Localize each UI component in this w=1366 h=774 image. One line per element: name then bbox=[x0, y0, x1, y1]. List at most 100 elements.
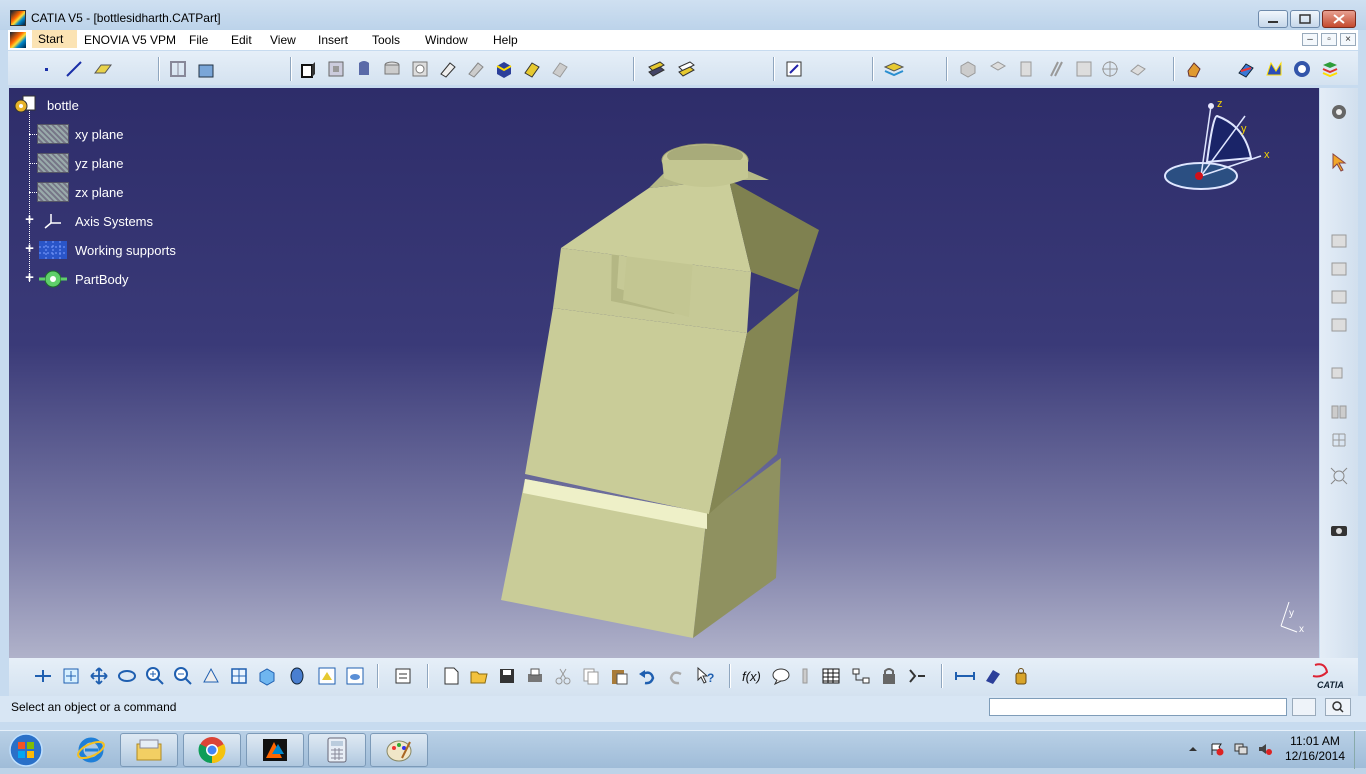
rib-tool[interactable] bbox=[436, 57, 460, 81]
taskbar-catia[interactable] bbox=[246, 733, 304, 767]
3d-viewport[interactable]: bottle xy plane yz plane zx plane + Axis… bbox=[9, 88, 1319, 658]
pocket-tool[interactable] bbox=[324, 57, 348, 81]
power-input-button[interactable] bbox=[1292, 698, 1316, 716]
zoom-out-tool[interactable] bbox=[171, 664, 195, 688]
menu-start[interactable]: Start bbox=[32, 30, 78, 48]
measure-item-tool[interactable] bbox=[981, 664, 1005, 688]
tree-item-working-supports[interactable]: Working supports bbox=[37, 239, 176, 261]
capture-tool[interactable] bbox=[1327, 518, 1351, 542]
menu-help[interactable]: Help bbox=[489, 32, 522, 48]
print-tool-2[interactable] bbox=[391, 664, 415, 688]
whats-this-tool[interactable]: ? bbox=[693, 664, 717, 688]
knowledge-advisor-tool[interactable] bbox=[877, 664, 901, 688]
surface-analysis-tool[interactable] bbox=[1262, 57, 1286, 81]
taskbar-calculator[interactable] bbox=[308, 733, 366, 767]
catia-menu-logo[interactable] bbox=[10, 32, 26, 48]
removed-multi-section-tool[interactable] bbox=[548, 57, 572, 81]
restore-button[interactable] bbox=[1290, 10, 1320, 28]
open-file-tool[interactable] bbox=[467, 664, 491, 688]
expand-partbody[interactable]: + bbox=[23, 270, 36, 285]
select-tool[interactable] bbox=[1327, 150, 1351, 174]
taskbar-chrome[interactable] bbox=[183, 733, 241, 767]
rotate-tool[interactable] bbox=[115, 664, 139, 688]
analysis-tool[interactable] bbox=[1234, 57, 1258, 81]
print-tool[interactable] bbox=[523, 664, 547, 688]
search-button[interactable] bbox=[1325, 698, 1351, 716]
thickness-tool[interactable] bbox=[1014, 57, 1038, 81]
tree-item-zx-plane[interactable]: zx plane bbox=[37, 181, 123, 203]
taskbar-internet-explorer[interactable] bbox=[62, 733, 120, 767]
start-button[interactable] bbox=[4, 731, 48, 769]
shaft-tool[interactable] bbox=[352, 57, 376, 81]
constraint-tool-2[interactable] bbox=[1327, 257, 1351, 281]
slot-tool[interactable] bbox=[464, 57, 488, 81]
reference-element-tool[interactable] bbox=[1098, 57, 1122, 81]
network-icon[interactable] bbox=[1234, 742, 1248, 756]
taskbar-paint[interactable] bbox=[370, 733, 428, 767]
chamfer-tool[interactable] bbox=[674, 57, 698, 81]
command-input[interactable] bbox=[989, 698, 1287, 716]
multi-view-tool[interactable] bbox=[227, 664, 251, 688]
transform-tool[interactable] bbox=[1327, 360, 1351, 384]
copy-tool[interactable] bbox=[579, 664, 603, 688]
save-tool[interactable] bbox=[495, 664, 519, 688]
measure-tool[interactable] bbox=[1182, 57, 1206, 81]
menu-tools[interactable]: Tools bbox=[368, 32, 404, 48]
comment-tool[interactable] bbox=[769, 664, 793, 688]
bottle-model[interactable] bbox=[489, 138, 849, 648]
volume-icon[interactable] bbox=[1258, 742, 1272, 756]
formula-tool[interactable]: f(x) bbox=[741, 664, 765, 688]
shading-tool[interactable] bbox=[285, 664, 309, 688]
replace-surface-tool[interactable] bbox=[1126, 57, 1150, 81]
plane-tool[interactable] bbox=[90, 57, 114, 81]
draft-tool[interactable] bbox=[956, 57, 980, 81]
groove-tool[interactable] bbox=[380, 57, 404, 81]
edge-fillet-tool[interactable] bbox=[644, 57, 668, 81]
shell-tool[interactable] bbox=[986, 57, 1010, 81]
knowledge-tool[interactable] bbox=[1318, 57, 1342, 81]
show-desktop-button[interactable] bbox=[1354, 731, 1366, 769]
pan-tool[interactable] bbox=[87, 664, 111, 688]
mirror-tool[interactable] bbox=[1327, 400, 1351, 424]
sketcher-tool[interactable] bbox=[782, 57, 806, 81]
solid-combine-tool[interactable] bbox=[492, 57, 516, 81]
menu-view[interactable]: View bbox=[266, 32, 300, 48]
close-button[interactable] bbox=[1322, 10, 1356, 28]
expand-axis-systems[interactable]: + bbox=[23, 212, 36, 227]
thread-tool[interactable] bbox=[1044, 57, 1068, 81]
new-file-tool[interactable] bbox=[439, 664, 463, 688]
parameter-explorer-tool[interactable] bbox=[905, 664, 929, 688]
doc-close-button[interactable]: × bbox=[1340, 33, 1356, 46]
sketch-tool[interactable] bbox=[194, 57, 218, 81]
orientation-compass[interactable]: z y x bbox=[1159, 96, 1289, 206]
hole-tool[interactable] bbox=[408, 57, 432, 81]
grid-tool[interactable] bbox=[166, 57, 190, 81]
options-tool[interactable] bbox=[1327, 100, 1351, 124]
expand-working-supports[interactable]: + bbox=[23, 241, 36, 256]
pattern-tool[interactable] bbox=[1327, 428, 1351, 452]
remove-face-tool[interactable] bbox=[1072, 57, 1096, 81]
doc-restore-button[interactable]: ▫ bbox=[1321, 33, 1337, 46]
scaling-tool[interactable] bbox=[1327, 464, 1351, 488]
tree-item-axis-systems[interactable]: Axis Systems bbox=[37, 210, 153, 232]
pad-tool[interactable] bbox=[296, 57, 320, 81]
menu-enovia[interactable]: ENOVIA V5 VPM bbox=[80, 32, 180, 48]
measure-inertia-tool[interactable] bbox=[1009, 664, 1033, 688]
constraint-tool-1[interactable] bbox=[1327, 229, 1351, 253]
system-clock[interactable]: 11:01 AM 12/16/2014 bbox=[1280, 734, 1350, 764]
zoom-in-tool[interactable] bbox=[143, 664, 167, 688]
multi-section-tool[interactable] bbox=[520, 57, 544, 81]
show-hidden-icons-button[interactable] bbox=[1186, 742, 1200, 756]
tree-root[interactable]: bottle bbox=[13, 94, 79, 116]
measure-between-tool[interactable] bbox=[953, 664, 977, 688]
undo-tool[interactable] bbox=[635, 664, 659, 688]
catalog-tool[interactable] bbox=[1290, 57, 1314, 81]
design-table-tool[interactable] bbox=[819, 664, 843, 688]
constraint-tool-4[interactable] bbox=[1327, 313, 1351, 337]
law-tool[interactable] bbox=[849, 664, 873, 688]
menu-edit[interactable]: Edit bbox=[227, 32, 256, 48]
menu-file[interactable]: File bbox=[185, 32, 212, 48]
doc-minimize-button[interactable]: – bbox=[1302, 33, 1318, 46]
line-tool[interactable] bbox=[62, 57, 86, 81]
constraint-tool-3[interactable] bbox=[1327, 285, 1351, 309]
